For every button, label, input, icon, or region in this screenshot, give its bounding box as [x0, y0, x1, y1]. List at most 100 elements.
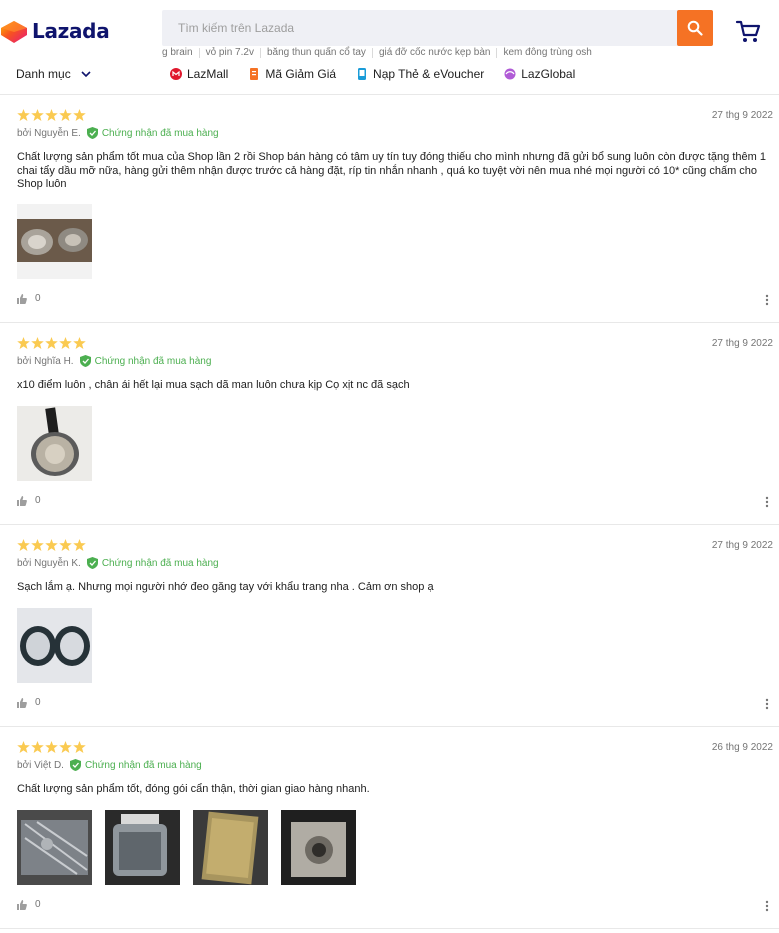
star-icon	[73, 109, 86, 121]
verified-shield-icon	[86, 557, 98, 569]
suggestion-item[interactable]: g brain	[162, 48, 199, 58]
review-photo[interactable]	[17, 608, 92, 683]
review-photos	[17, 204, 105, 279]
star-icon	[31, 539, 44, 551]
review-item: 27 thg 9 2022 bởi Nghĩa H. Chứng nhận đã…	[0, 323, 779, 525]
verified-label: Chứng nhận đã mua hàng	[101, 127, 219, 139]
verified-shield-icon	[69, 759, 81, 771]
review-content: Chất lượng sản phẩm tốt mua của Shop lần…	[17, 151, 766, 190]
nav-lazglobal[interactable]: LazGlobal	[504, 67, 575, 81]
search-button[interactable]	[677, 10, 713, 46]
review-author: bởi Nghĩa H.	[17, 355, 74, 367]
review-author-row: bởi Việt D. Chứng nhận đã mua hàng	[17, 759, 202, 771]
review-author-row: bởi Nguyễn K. Chứng nhận đã mua hàng	[17, 557, 219, 569]
star-rating	[17, 539, 87, 551]
category-menu[interactable]: Danh mục	[16, 67, 91, 81]
review-author-row: bởi Nguyễn E. Chứng nhận đã mua hàng	[17, 127, 219, 139]
verified-badge: Chứng nhận đã mua hàng	[86, 557, 219, 569]
suggestion-item[interactable]: băng thun quấn cổ tay	[259, 48, 372, 58]
star-icon	[31, 109, 44, 121]
search-icon	[687, 20, 703, 36]
review-content: Sạch lắm ạ. Nhưng mọi người nhớ đeo găng…	[17, 581, 434, 593]
lazada-heart-icon	[1, 21, 27, 43]
verified-badge: Chứng nhận đã mua hàng	[79, 355, 212, 367]
photo-thumbnail	[17, 810, 92, 885]
voucher-icon	[250, 68, 259, 80]
suggestion-item[interactable]: kem đông trùng oshiya	[496, 48, 592, 58]
cart-icon[interactable]	[735, 18, 761, 44]
review-photo[interactable]	[281, 810, 356, 885]
search-input[interactable]	[162, 10, 677, 46]
photo-thumbnail	[17, 219, 92, 262]
star-icon	[59, 337, 72, 349]
nav-voucher[interactable]: Mã Giảm Giá	[248, 67, 336, 81]
review-photos	[17, 608, 105, 683]
review-item: 27 thg 9 2022 bởi Nguyễn K. Chứng nhận đ…	[0, 525, 779, 727]
more-options-icon[interactable]	[765, 496, 769, 508]
suggestion-item[interactable]: giá đỡ cốc nước kẹp bàn	[371, 48, 497, 58]
verified-shield-icon	[86, 127, 98, 139]
like-count: 0	[35, 293, 41, 304]
review-date: 27 thg 9 2022	[711, 338, 773, 349]
thumbs-up-icon	[17, 899, 27, 910]
logo-text: Lazada	[32, 19, 110, 43]
thumbs-up-icon	[17, 495, 27, 506]
photo-thumbnail	[105, 810, 180, 885]
review-photo[interactable]	[105, 810, 180, 885]
review-date: 26 thg 9 2022	[711, 742, 773, 753]
review-date: 27 thg 9 2022	[711, 540, 773, 551]
star-rating	[17, 337, 87, 349]
top-header: Lazada g brain vỏ pin 7.2v băng thun quấ…	[0, 0, 779, 95]
nav-topup[interactable]: Nạp Thẻ & eVoucher	[356, 67, 484, 81]
star-icon	[17, 741, 30, 753]
more-options-icon[interactable]	[765, 294, 769, 306]
search-suggestions: g brain vỏ pin 7.2v băng thun quấn cổ ta…	[162, 46, 592, 60]
review-author: bởi Nguyễn K.	[17, 557, 81, 569]
verified-label: Chứng nhận đã mua hàng	[94, 355, 212, 367]
review-item: 27 thg 9 2022 bởi Nguyễn E. Chứng nhận đ…	[0, 95, 779, 323]
quick-nav: LazMall Mã Giảm Giá Nạp Thẻ & eVoucher L…	[170, 67, 595, 81]
review-photo[interactable]	[17, 810, 92, 885]
topup-icon	[358, 68, 367, 80]
review-author-row: bởi Nghĩa H. Chứng nhận đã mua hàng	[17, 355, 211, 367]
star-icon	[31, 741, 44, 753]
review-date: 27 thg 9 2022	[711, 110, 773, 121]
review-photo[interactable]	[17, 204, 92, 279]
star-icon	[59, 741, 72, 753]
review-photos	[17, 810, 369, 885]
like-count: 0	[35, 495, 41, 506]
star-icon	[73, 539, 86, 551]
star-icon	[45, 109, 58, 121]
thumbs-up-icon	[17, 697, 27, 708]
star-icon	[17, 109, 30, 121]
lazada-logo[interactable]: Lazada	[0, 18, 110, 44]
nav-topup-label: Nạp Thẻ & eVoucher	[373, 67, 485, 81]
verified-label: Chứng nhận đã mua hàng	[84, 759, 202, 771]
like-button[interactable]: 0	[17, 697, 41, 708]
review-photo[interactable]	[193, 810, 268, 885]
star-icon	[17, 337, 30, 349]
like-button[interactable]: 0	[17, 899, 41, 910]
star-icon	[45, 539, 58, 551]
thumbs-up-icon	[17, 293, 27, 304]
review-photo[interactable]	[17, 406, 92, 481]
photo-thumbnail	[17, 608, 92, 683]
star-icon	[59, 539, 72, 551]
search-bar	[162, 10, 713, 46]
more-options-icon[interactable]	[765, 900, 769, 912]
like-count: 0	[35, 899, 41, 910]
more-options-icon[interactable]	[765, 698, 769, 710]
star-icon	[45, 337, 58, 349]
like-button[interactable]: 0	[17, 495, 41, 506]
review-content: Chất lượng sản phẩm tốt, đóng gói cẩn th…	[17, 783, 370, 795]
suggestion-item[interactable]: vỏ pin 7.2v	[198, 48, 260, 58]
verified-label: Chứng nhận đã mua hàng	[101, 557, 219, 569]
like-button[interactable]: 0	[17, 293, 41, 304]
chevron-down-icon	[81, 70, 91, 77]
review-author: bởi Việt D.	[17, 759, 64, 771]
review-content: x10 điểm luôn , chân ái hết lại mua sạch…	[17, 379, 410, 391]
photo-thumbnail	[17, 406, 92, 481]
verified-badge: Chứng nhận đã mua hàng	[69, 759, 202, 771]
nav-lazmall[interactable]: LazMall	[170, 67, 228, 81]
verified-badge: Chứng nhận đã mua hàng	[86, 127, 219, 139]
